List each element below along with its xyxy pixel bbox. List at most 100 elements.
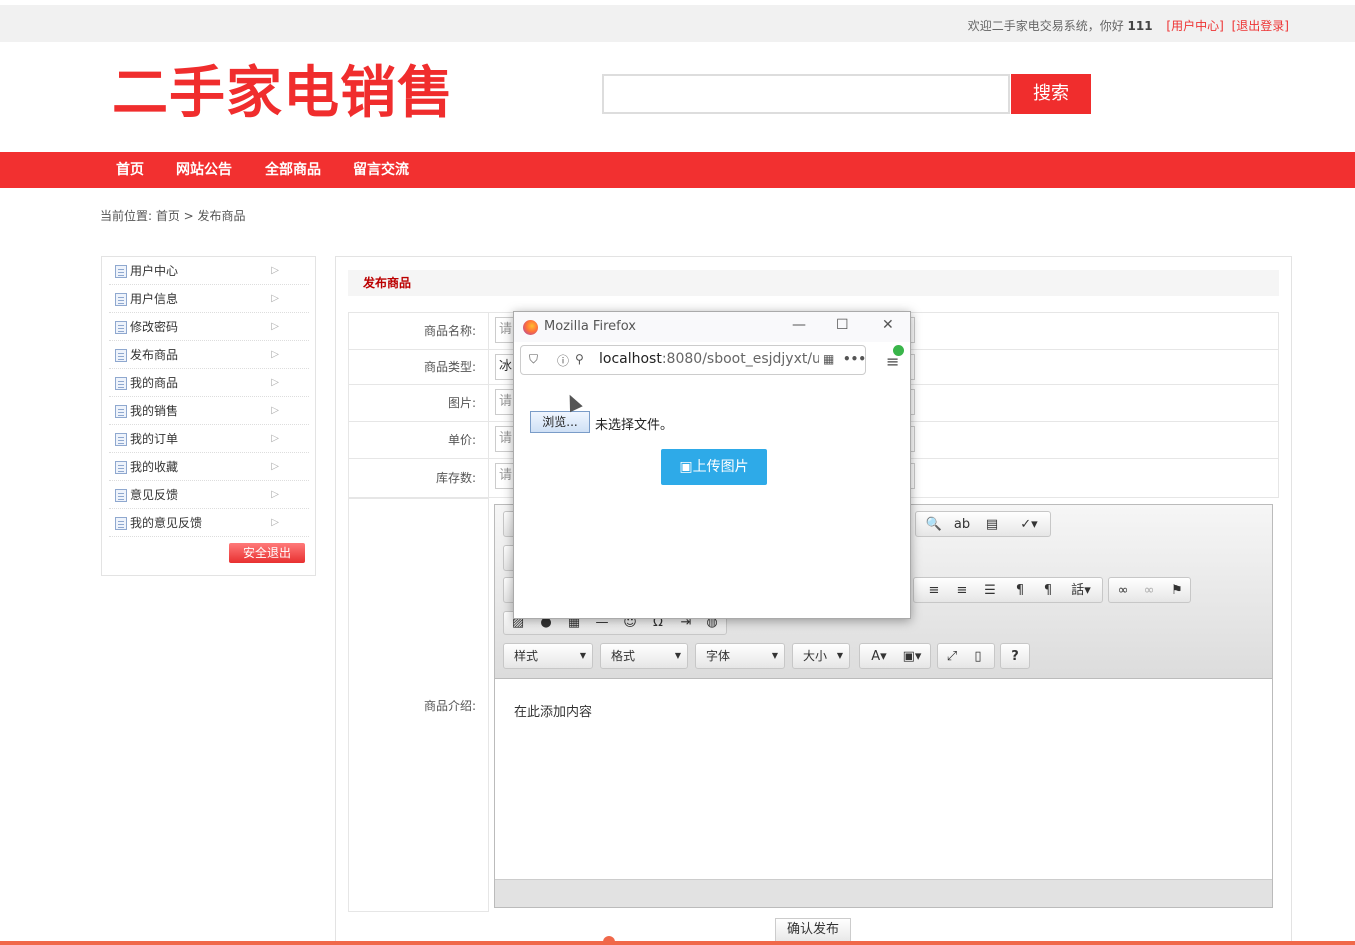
show-blocks-icon[interactable]: ▯: [968, 647, 988, 667]
field-label: 单价:: [349, 422, 489, 458]
site-logo[interactable]: 二手家电销售: [112, 60, 454, 128]
align-right-icon[interactable]: ≡: [952, 581, 972, 601]
qr-code-icon[interactable]: ▦: [823, 352, 834, 366]
spellcheck-icon[interactable]: ✓▾: [1012, 515, 1046, 535]
sidebar-item-label: 发布商品: [130, 348, 179, 362]
user-center-link[interactable]: [用户中心]: [1166, 19, 1223, 33]
sidebar-item-my-orders[interactable]: 我的订单 ▷: [109, 425, 309, 453]
breadcrumb: 当前位置: 首页 > 发布商品: [100, 209, 246, 223]
sidebar-item-favorites[interactable]: 我的收藏 ▷: [109, 453, 309, 481]
chevron-right-icon: ▷: [271, 321, 279, 332]
toolbar-group-help: ?: [1000, 643, 1030, 669]
upload-label: 上传图片: [692, 459, 749, 475]
align-center-icon[interactable]: ≡: [924, 581, 944, 601]
align-justify-icon[interactable]: ☰: [980, 581, 1000, 601]
user-card-icon: [115, 293, 127, 306]
nav-item-all-goods[interactable]: 全部商品: [265, 152, 321, 188]
sidebar-item-my-feedback[interactable]: 我的意见反馈 ▷: [109, 509, 309, 537]
chevron-right-icon: ▷: [271, 265, 279, 276]
sidebar-item-feedback[interactable]: 意见反馈 ▷: [109, 481, 309, 509]
info-icon[interactable]: ⓘ: [557, 352, 569, 369]
upload-image-button[interactable]: ▣上传图片: [661, 449, 767, 485]
sidebar-item-my-goods[interactable]: 我的商品 ▷: [109, 369, 309, 397]
url-text: localhost:8080/sboot_esjdjyxt/upl: [599, 351, 819, 367]
url-bar[interactable]: ⛉ ⓘ ⚲ localhost:8080/sboot_esjdjyxt/upl …: [520, 345, 866, 375]
sidebar-item-user-center[interactable]: 用户中心 ▷: [109, 257, 309, 285]
field-label: 商品类型:: [349, 350, 489, 384]
close-icon[interactable]: ✕: [882, 317, 894, 333]
update-badge-icon: [893, 345, 904, 356]
replace-icon[interactable]: ab: [952, 515, 972, 535]
shield-icon[interactable]: ⛉: [529, 352, 538, 367]
nav-item-messages[interactable]: 留言交流: [353, 152, 409, 188]
search-button[interactable]: 搜索: [1011, 74, 1091, 114]
size-combo[interactable]: 大小 ▼: [792, 643, 850, 669]
chevron-right-icon: ▷: [271, 461, 279, 472]
sidebar-item-label: 我的商品: [130, 376, 179, 390]
loading-bar: [0, 941, 1355, 945]
sidebar-item-label: 我的订单: [130, 432, 179, 446]
field-label: 库存数:: [349, 459, 489, 497]
link-icon[interactable]: ∞: [1113, 581, 1133, 601]
loading-dot: [603, 936, 615, 945]
anchor-flag-icon[interactable]: ⚑: [1167, 581, 1187, 601]
chevron-right-icon: ▷: [271, 405, 279, 416]
username: 111: [1127, 19, 1153, 33]
combo-label: 样式: [514, 649, 539, 663]
chevron-right-icon: ▷: [271, 349, 279, 360]
find-icon[interactable]: 🔍: [924, 515, 944, 535]
sidebar-item-label: 用户信息: [130, 292, 179, 306]
logout-link[interactable]: [退出登录]: [1232, 19, 1289, 33]
sidebar-item-label: 修改密码: [130, 320, 179, 334]
editor-resize-bar[interactable]: [495, 879, 1272, 907]
panel-title: 发布商品: [348, 270, 1279, 296]
field-label: 商品名称:: [349, 313, 489, 349]
styles-combo[interactable]: 样式 ▼: [503, 643, 593, 669]
menu-icon[interactable]: ≡: [886, 345, 904, 371]
document-icon: [115, 377, 127, 390]
maximize-icon[interactable]: ☐: [836, 317, 849, 333]
maximize-icon[interactable]: ⤢: [942, 647, 962, 667]
editor-content[interactable]: 在此添加内容: [495, 679, 1272, 879]
sidebar-item-label: 用户中心: [130, 264, 179, 278]
popup-title: Mozilla Firefox: [544, 319, 636, 334]
font-combo[interactable]: 字体 ▼: [695, 643, 785, 669]
top-bar: 欢迎二手家电交易系统，你好 111 [用户中心] [退出登录]: [0, 0, 1355, 42]
select-all-icon[interactable]: ▤: [982, 515, 1002, 535]
nav-item-home[interactable]: 首页: [116, 152, 144, 188]
field-label: 商品介绍:: [423, 699, 476, 713]
chevron-right-icon: ▷: [271, 517, 279, 528]
sidebar-item-change-password[interactable]: 修改密码 ▷: [109, 313, 309, 341]
bg-color-icon[interactable]: ▣▾: [898, 647, 926, 667]
document-icon: [115, 405, 127, 418]
toolbar-group-align: ≡ ≡ ☰ ¶ ¶ 話▾: [913, 577, 1103, 603]
safe-logout-button[interactable]: 安全退出: [229, 543, 305, 563]
ltr-icon[interactable]: ¶: [1010, 581, 1030, 601]
sidebar-item-publish-goods[interactable]: 发布商品 ▷: [109, 341, 309, 369]
combo-label: 大小: [803, 649, 828, 663]
sidebar-item-user-info[interactable]: 用户信息 ▷: [109, 285, 309, 313]
sidebar-item-label: 我的销售: [130, 404, 179, 418]
language-icon[interactable]: 話▾: [1064, 581, 1098, 601]
chevron-right-icon: ▷: [271, 293, 279, 304]
help-icon[interactable]: ?: [1005, 647, 1025, 667]
sidebar-item-my-sales[interactable]: 我的销售 ▷: [109, 397, 309, 425]
toolbar-group-color: A▾ ▣▾: [859, 643, 931, 669]
rtl-icon[interactable]: ¶: [1038, 581, 1058, 601]
save-icon: ▣: [679, 459, 693, 475]
minimize-icon[interactable]: —: [792, 317, 806, 333]
text-color-icon[interactable]: A▾: [866, 647, 892, 667]
format-combo[interactable]: 格式 ▼: [600, 643, 688, 669]
search-input[interactable]: [602, 74, 1010, 114]
url-path: :8080/sboot_esjdjyxt/upl: [661, 351, 819, 367]
popup-titlebar[interactable]: Mozilla Firefox — ☐ ✕: [514, 312, 910, 342]
document-icon: [115, 517, 127, 530]
nav-item-notices[interactable]: 网站公告: [176, 152, 232, 188]
browse-button[interactable]: 浏览...: [530, 411, 590, 433]
dropdown-arrow-icon: ▼: [579, 651, 586, 660]
no-file-text: 未选择文件。: [595, 418, 674, 433]
url-host: localhost: [599, 351, 662, 367]
permissions-icon[interactable]: ⚲: [575, 352, 584, 366]
more-icon[interactable]: •••: [843, 352, 866, 366]
confirm-publish-button[interactable]: 确认发布: [775, 918, 851, 942]
